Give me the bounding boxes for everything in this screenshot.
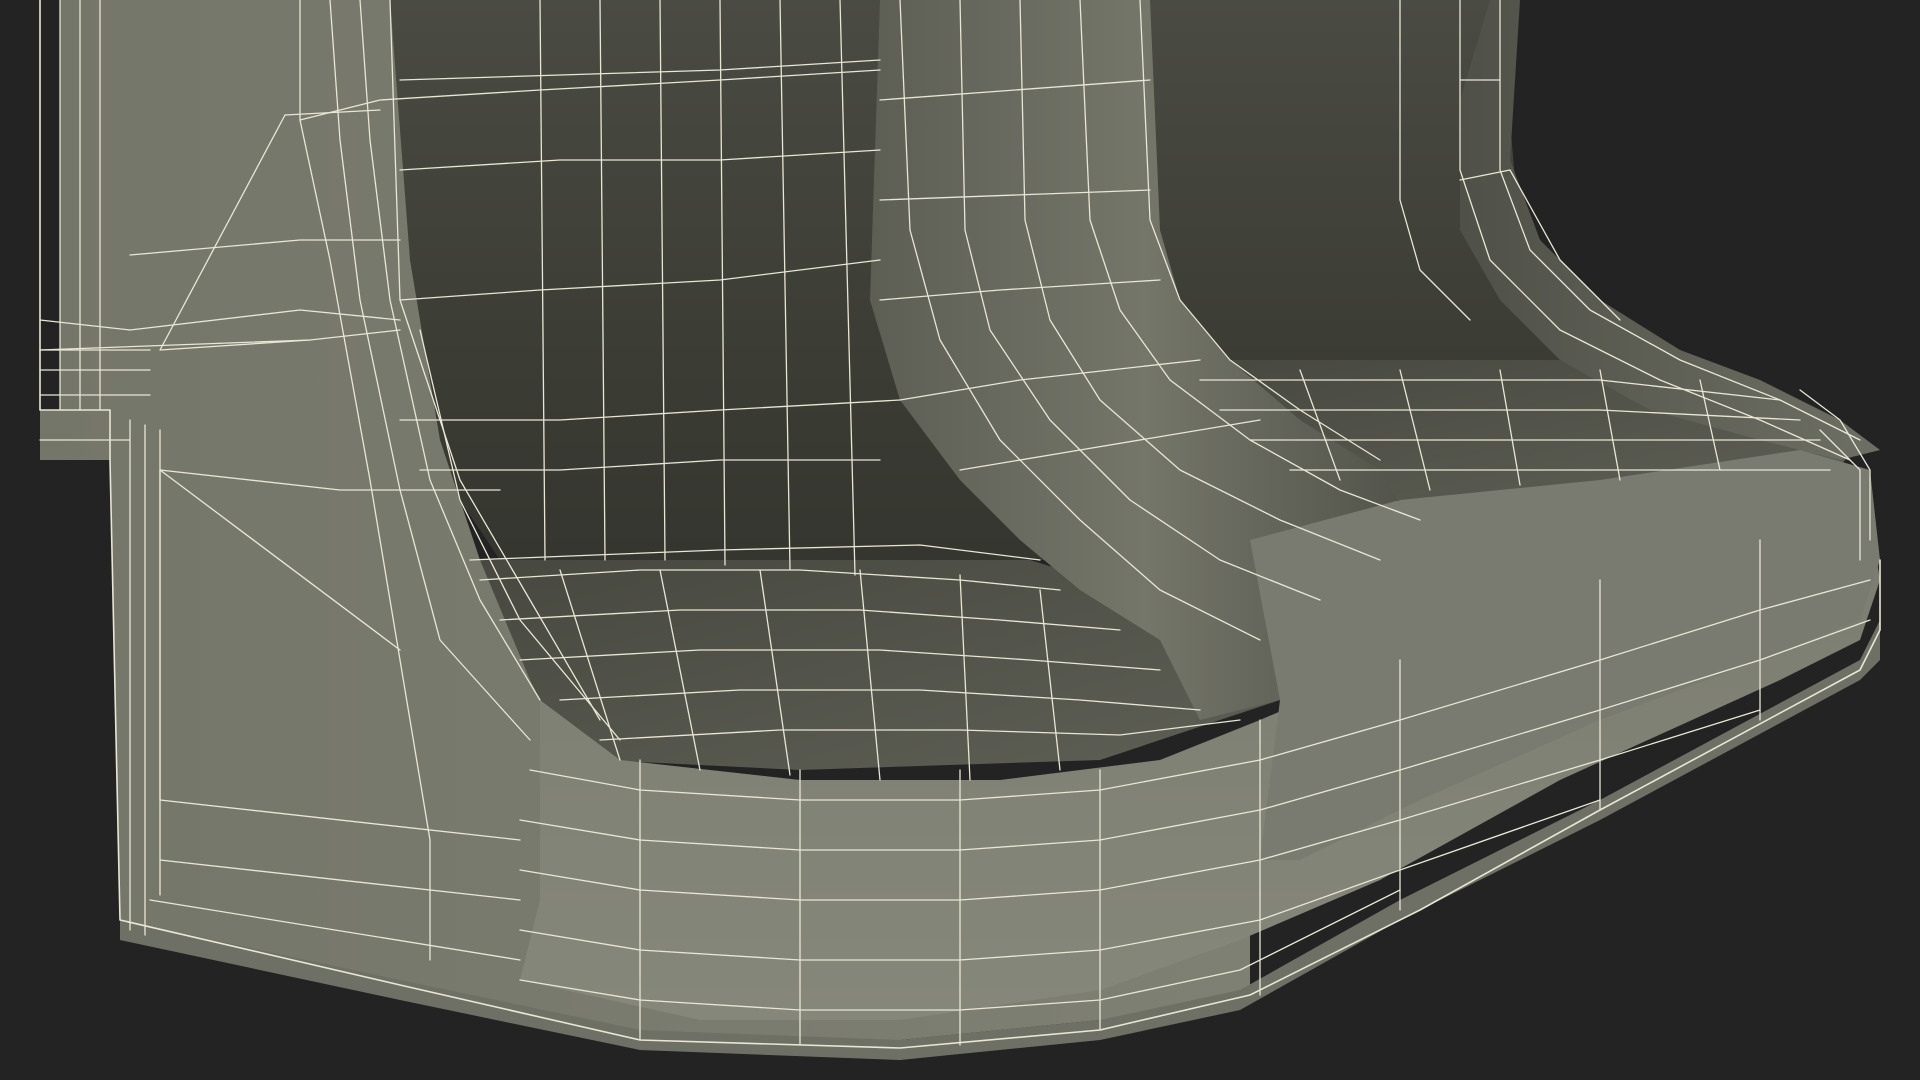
render-viewport xyxy=(0,0,1920,1080)
wireframe-render xyxy=(39,0,1881,1060)
